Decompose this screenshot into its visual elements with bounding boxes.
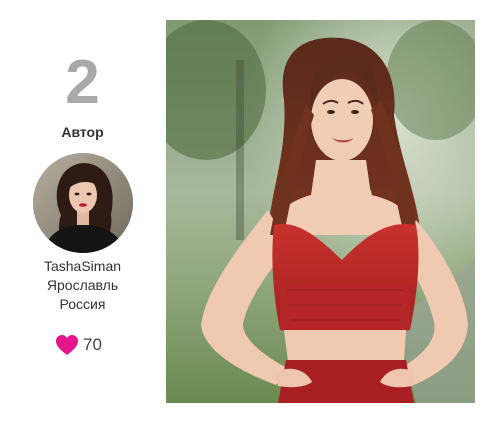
author-username[interactable]: TashaSiman	[0, 256, 165, 276]
author-city: Ярославль	[46, 277, 119, 293]
author-avatar[interactable]	[33, 153, 133, 253]
rating-card: 2 Автор TashaSiman Ярославль Россия 70	[0, 0, 500, 429]
entry-photo[interactable]	[166, 20, 475, 403]
rank-number: 2	[65, 48, 100, 117]
role-label: Автор	[61, 124, 104, 140]
author-country: Россия	[59, 296, 106, 312]
avatar-image	[33, 153, 133, 253]
entry-photo-image	[166, 20, 475, 403]
author-panel: 2 Автор TashaSiman Ярославль Россия 70	[0, 0, 165, 429]
like-button[interactable]: 70	[55, 334, 102, 356]
heart-icon	[56, 335, 78, 355]
like-count: 70	[83, 335, 102, 354]
